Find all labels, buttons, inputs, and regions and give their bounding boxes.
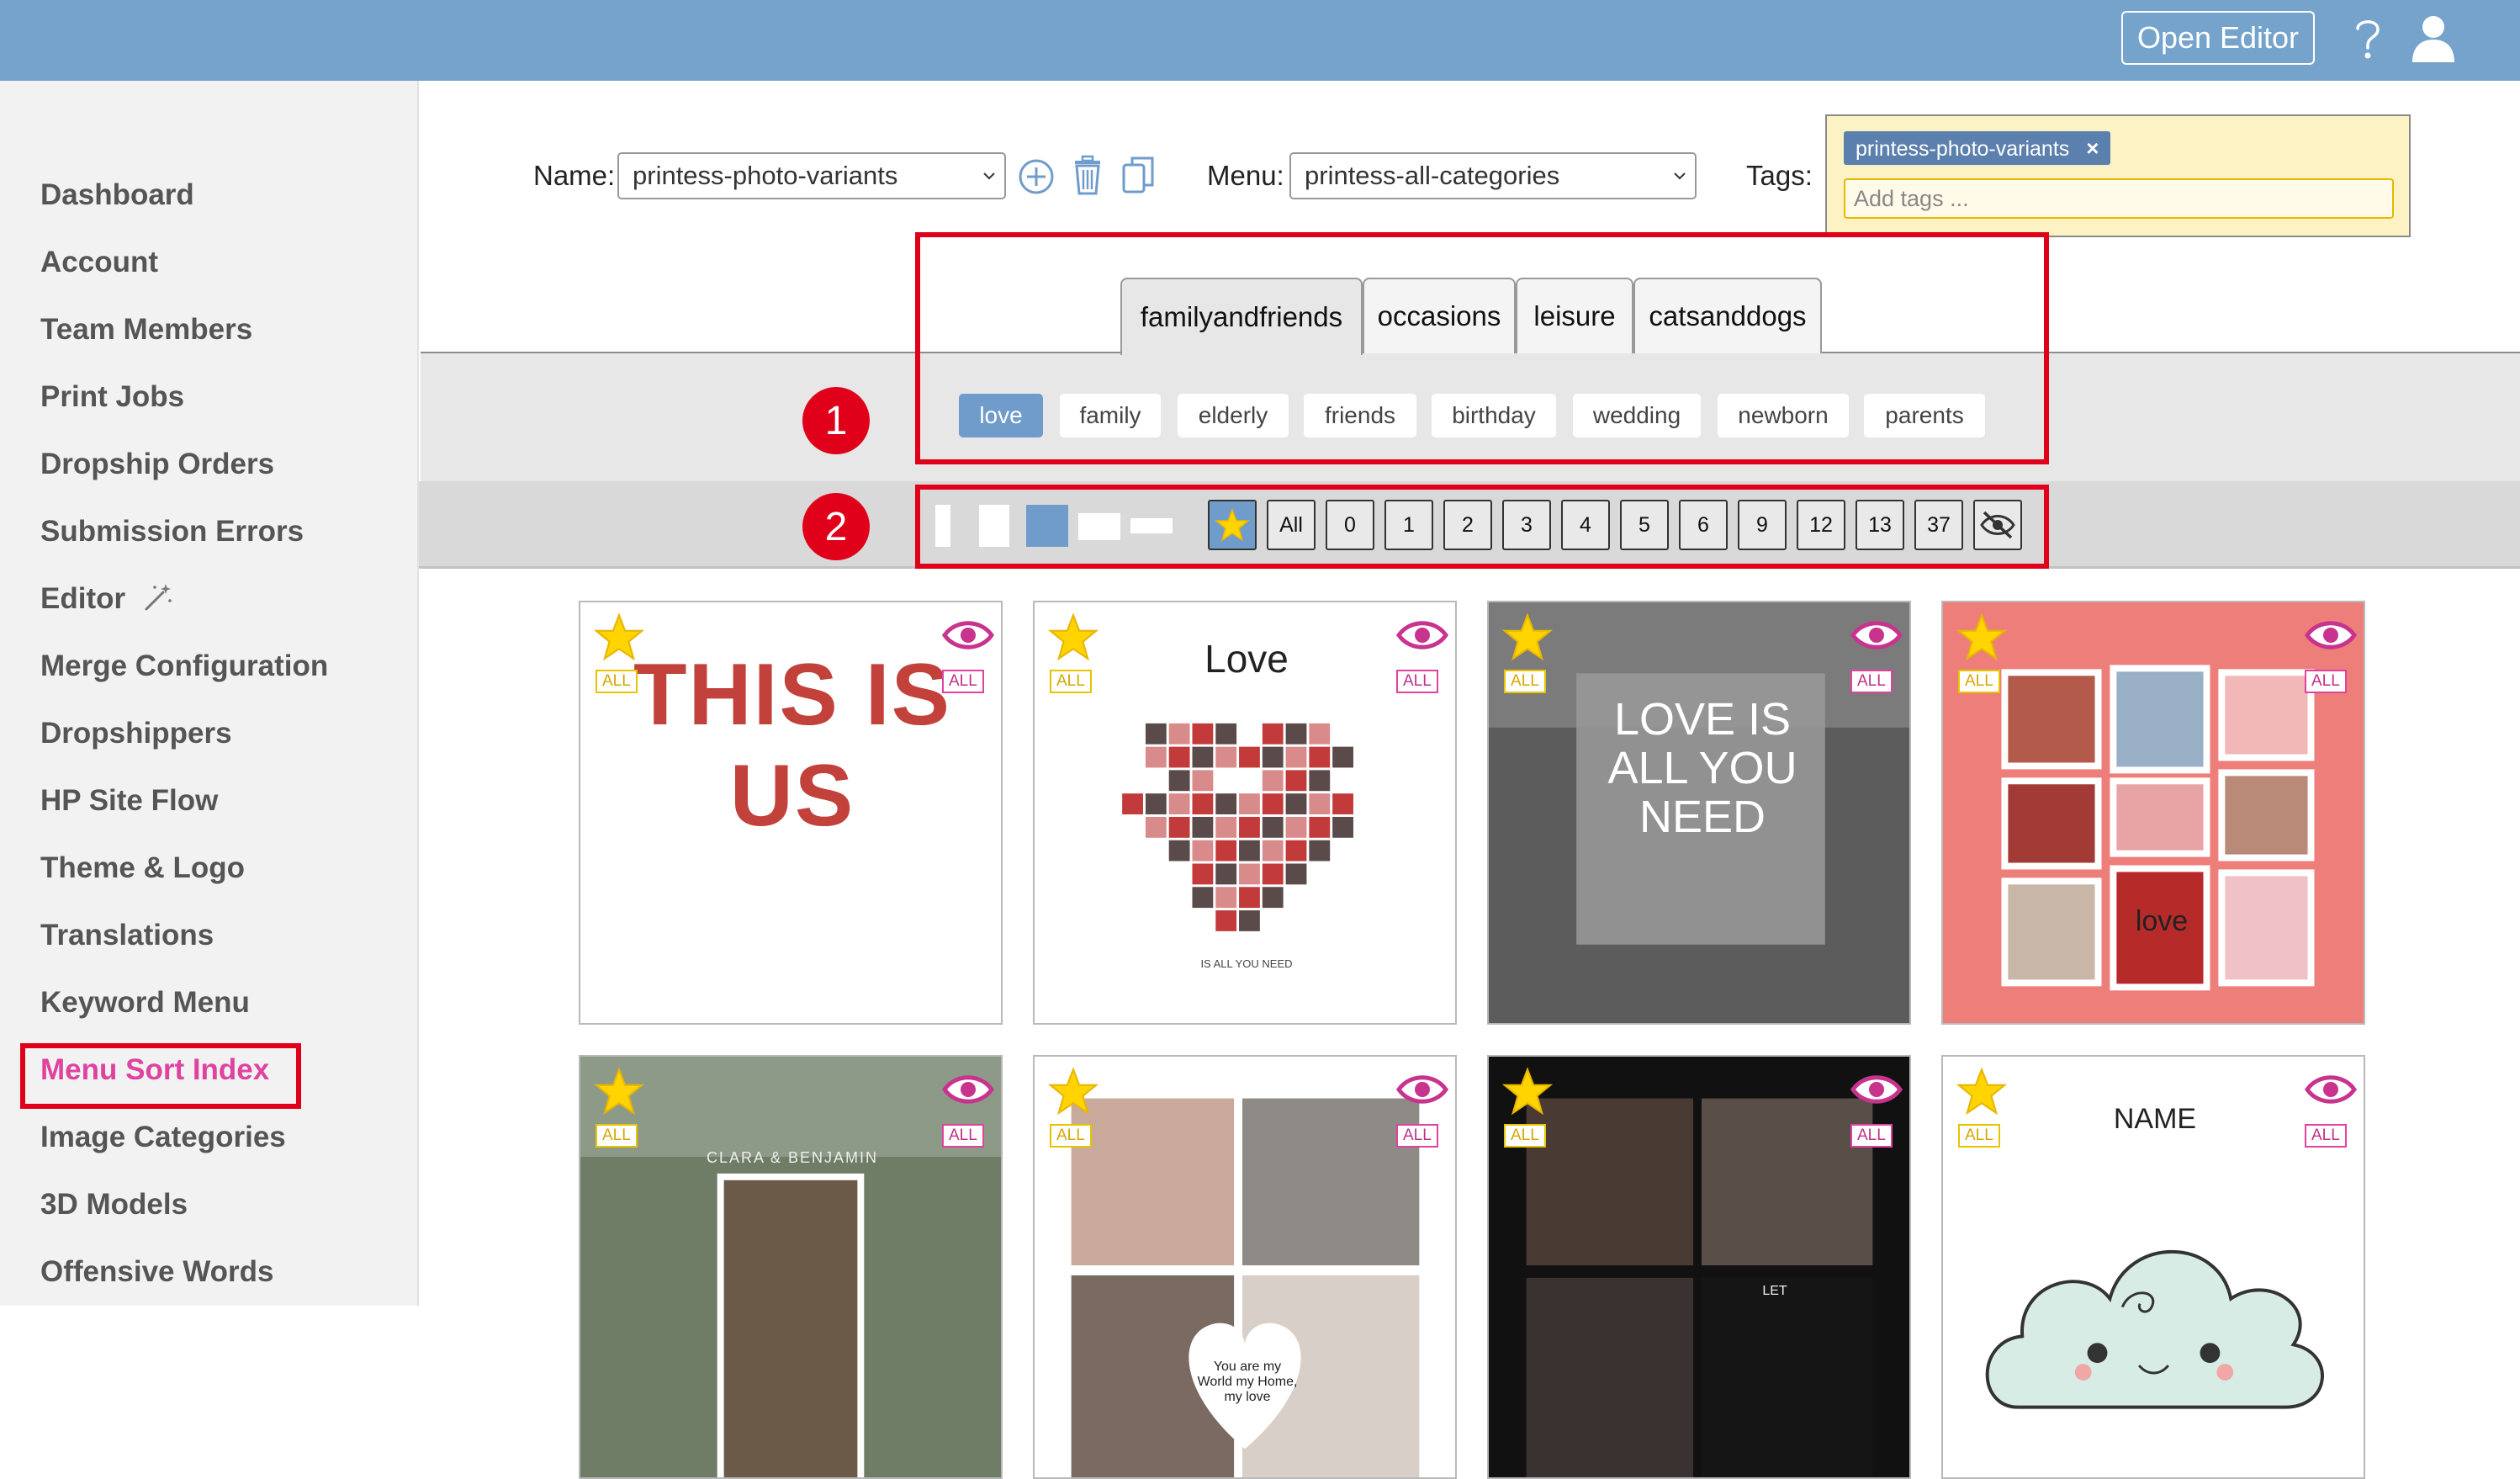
all-badge-left: ALL bbox=[1958, 1124, 2000, 1148]
star-icon[interactable] bbox=[1502, 612, 1553, 661]
sidebar-item-hp-site-flow[interactable]: HP Site Flow bbox=[40, 777, 218, 824]
star-icon[interactable] bbox=[594, 612, 644, 661]
name-select[interactable]: printess-photo-variants bbox=[617, 152, 1006, 199]
template-card[interactable]: NAME ALL ALL bbox=[1941, 1055, 2365, 1479]
magic-wand-icon bbox=[145, 584, 172, 611]
all-badge-right: ALL bbox=[2305, 1124, 2347, 1148]
eye-icon[interactable] bbox=[1850, 618, 1903, 653]
template-card[interactable]: THIS IS US ALL ALL bbox=[579, 601, 1003, 1025]
all-badge-right: ALL bbox=[1850, 1124, 1893, 1148]
all-badge-right: ALL bbox=[2305, 670, 2347, 693]
template-card[interactable]: CLARA & BENJAMIN ALL ALL bbox=[579, 1055, 1003, 1479]
star-icon[interactable] bbox=[594, 1067, 644, 1116]
tag-chip-label: printess-photo-variants bbox=[1856, 137, 2070, 161]
sidebar-item-print-jobs[interactable]: Print Jobs bbox=[40, 374, 184, 421]
sidebar-item-theme-logo[interactable]: Theme & Logo bbox=[40, 845, 245, 892]
annotation-marker-2: 2 bbox=[802, 493, 870, 560]
template-card[interactable]: love ALL ALL bbox=[1941, 601, 2365, 1025]
template-preview-image bbox=[1035, 1057, 1455, 1477]
eye-icon[interactable] bbox=[942, 618, 994, 653]
star-icon[interactable] bbox=[1502, 1067, 1553, 1116]
all-badge-right: ALL bbox=[942, 670, 984, 693]
star-icon[interactable] bbox=[1956, 612, 2007, 661]
template-preview-image bbox=[580, 1057, 1001, 1477]
star-icon[interactable] bbox=[1048, 612, 1099, 661]
template-preview-text: LET bbox=[1762, 1284, 1787, 1298]
trash-icon[interactable] bbox=[1069, 155, 1106, 195]
sidebar-item-image-categories[interactable]: Image Categories bbox=[40, 1114, 286, 1161]
all-badge-left: ALL bbox=[596, 1124, 638, 1148]
all-badge-right: ALL bbox=[1396, 1124, 1438, 1148]
menu-select-value: printess-all-categories bbox=[1305, 161, 1560, 190]
menu-label: Menu: bbox=[1207, 160, 1284, 191]
all-badge-left: ALL bbox=[1050, 670, 1092, 693]
template-preview-subtext: IS ALL YOU NEED bbox=[1200, 957, 1293, 970]
template-preview-text: love bbox=[2135, 905, 2189, 937]
template-preview-text: THIS IS US bbox=[633, 646, 952, 845]
open-editor-button[interactable]: Open Editor bbox=[2121, 11, 2315, 65]
user-icon[interactable] bbox=[2411, 13, 2456, 62]
all-badge-right: ALL bbox=[1850, 670, 1893, 693]
all-badge-left: ALL bbox=[1504, 1124, 1546, 1148]
tag-chip: printess-photo-variants × bbox=[1844, 131, 2111, 165]
sidebar-item-translations[interactable]: Translations bbox=[40, 912, 214, 959]
all-badge-left: ALL bbox=[596, 670, 638, 693]
template-preview-image bbox=[1943, 602, 2364, 1023]
sidebar-item-merge-configuration[interactable]: Merge Configuration bbox=[40, 643, 328, 690]
name-select-value: printess-photo-variants bbox=[633, 161, 898, 190]
tags-box: printess-photo-variants × Add tags ... bbox=[1825, 114, 2411, 237]
eye-icon[interactable] bbox=[1396, 1072, 1448, 1107]
tags-label: Tags: bbox=[1746, 160, 1813, 191]
all-badge-right: ALL bbox=[1396, 670, 1438, 693]
all-badge-left: ALL bbox=[1504, 670, 1546, 693]
eye-icon[interactable] bbox=[1396, 618, 1448, 653]
menu-select[interactable]: printess-all-categories bbox=[1289, 152, 1697, 199]
template-preview-text: LOVE IS ALL YOU NEED bbox=[1607, 694, 1797, 842]
template-preview-text: You are my World my Home, my love bbox=[1197, 1360, 1298, 1404]
sidebar-item-editor[interactable]: Editor bbox=[40, 575, 125, 623]
eye-icon[interactable] bbox=[1850, 1072, 1903, 1107]
sidebar-item-team-members[interactable]: Team Members bbox=[40, 306, 252, 353]
copy-icon[interactable] bbox=[1120, 155, 1157, 195]
sidebar-item-account[interactable]: Account bbox=[40, 239, 158, 286]
tags-input[interactable]: Add tags ... bbox=[1844, 178, 2394, 219]
star-icon[interactable] bbox=[1048, 1067, 1099, 1116]
template-card[interactable]: LET ALL ALL bbox=[1487, 1055, 1911, 1479]
all-badge-left: ALL bbox=[1958, 670, 2000, 693]
tag-remove-icon[interactable]: × bbox=[2086, 135, 2099, 161]
template-card[interactable]: LOVE IS ALL YOU NEED ALL ALL bbox=[1487, 601, 1911, 1025]
annotation-marker-1: 1 bbox=[802, 387, 870, 454]
annotation-box-2 bbox=[915, 485, 2049, 569]
template-card[interactable]: You are my World my Home, my love ALL ALL bbox=[1033, 1055, 1457, 1479]
annotation-box-1 bbox=[915, 232, 2049, 464]
sidebar-item-dashboard[interactable]: Dashboard bbox=[40, 172, 194, 219]
question-mark-icon[interactable] bbox=[2348, 15, 2387, 62]
eye-icon[interactable] bbox=[942, 1072, 994, 1107]
sidebar-item-keyword-menu[interactable]: Keyword Menu bbox=[40, 979, 250, 1026]
name-label: Name: bbox=[533, 160, 616, 191]
star-icon[interactable] bbox=[1956, 1067, 2007, 1116]
template-preview-text: CLARA & BENJAMIN bbox=[706, 1149, 879, 1166]
eye-icon[interactable] bbox=[2305, 1072, 2357, 1107]
all-badge-right: ALL bbox=[942, 1124, 984, 1148]
eye-icon[interactable] bbox=[2305, 618, 2357, 653]
template-card[interactable]: Love IS ALL YOU NEED ALL ALL bbox=[1033, 601, 1457, 1025]
add-circle-icon[interactable] bbox=[1018, 156, 1055, 197]
template-preview-image bbox=[1489, 1057, 1909, 1477]
sidebar-item-dropship-orders[interactable]: Dropship Orders bbox=[40, 441, 274, 488]
chevron-down-icon bbox=[1674, 172, 1686, 180]
top-bar: Open Editor bbox=[0, 0, 2520, 81]
sidebar-item-3d-models[interactable]: 3D Models bbox=[40, 1181, 188, 1228]
all-badge-left: ALL bbox=[1050, 1124, 1092, 1148]
sidebar-item-submission-errors[interactable]: Submission Errors bbox=[40, 508, 304, 555]
active-item-highlight-box bbox=[20, 1043, 301, 1109]
chevron-down-icon bbox=[983, 172, 995, 180]
sidebar-item-dropshippers[interactable]: Dropshippers bbox=[40, 710, 232, 757]
sidebar-item-offensive-words[interactable]: Offensive Words bbox=[40, 1248, 273, 1296]
